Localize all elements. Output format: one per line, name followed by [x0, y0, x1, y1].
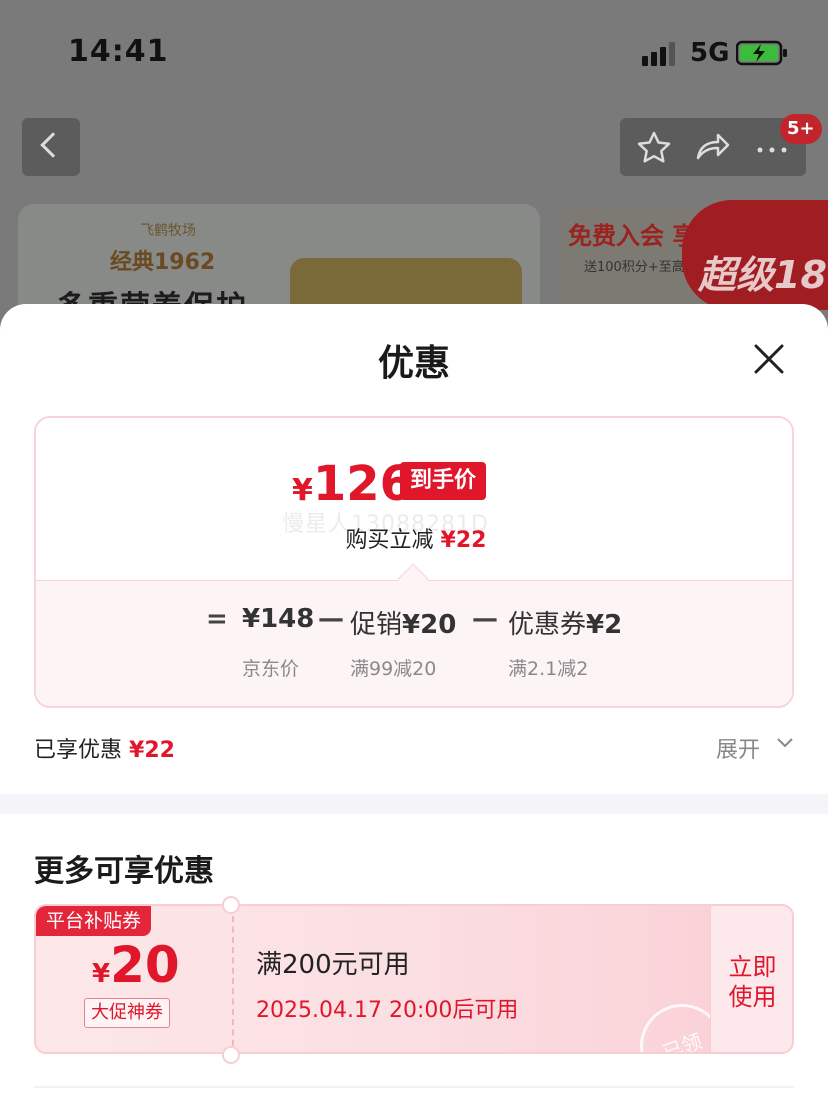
use-now-line1: 立即: [728, 953, 777, 981]
coupon-caption: 满2.1减2: [508, 658, 589, 680]
chevron-left-icon: [40, 132, 66, 158]
coupon-value-block: 平台补贴券 ¥20 大促神券: [36, 906, 234, 1052]
coupon-ribbon: 平台补贴券: [36, 906, 152, 936]
discount-label: 购买立减: [345, 528, 434, 553]
more-discounts-title: 更多可享优惠: [34, 854, 214, 889]
minus-sign: —: [472, 604, 498, 634]
brand-small-text: 飞鹤牧场: [140, 223, 196, 239]
coupon-hole-bottom: [222, 1046, 240, 1064]
final-price-value: 126: [312, 456, 414, 512]
enjoyed-discount: 已享优惠 ¥22: [34, 732, 175, 764]
coupon-value: ¥2: [586, 610, 623, 640]
network-label: 5G: [690, 38, 730, 68]
signal-icon: [642, 42, 680, 66]
coupon-label: 优惠券: [508, 610, 587, 640]
promo-value: ¥20: [402, 610, 457, 640]
final-price-tag: 到手价: [400, 462, 487, 500]
brand-name: 经典1962: [110, 250, 216, 275]
coupon-perforation: [232, 906, 234, 1052]
minus-sign: —: [318, 604, 344, 634]
battery-charging-icon: [736, 40, 787, 66]
section-divider: [0, 794, 828, 814]
status-bar: 14:41 5G: [0, 0, 828, 100]
back-button[interactable]: [22, 118, 80, 176]
final-price: ¥126: [292, 456, 413, 512]
coupon-card[interactable]: 平台补贴券 ¥20 大促神券 满200元可用 2025.04.17 20:00后…: [34, 904, 794, 1054]
coupon-valid-time: 2025.04.17 20:00后可用: [256, 998, 519, 1023]
share-icon[interactable]: [694, 130, 730, 164]
coupon-condition: 满200元可用: [256, 950, 410, 980]
discount-sheet: 优惠 ¥126 到手价 慢星人13088281D 购买立减 ¥22 = ¥148…: [0, 304, 828, 1098]
price-calculation: [36, 580, 792, 706]
promo-caption: 满99减20: [350, 658, 437, 680]
discount-amount: ¥22: [440, 528, 487, 553]
close-icon[interactable]: [752, 342, 786, 376]
header-actions: [620, 118, 806, 176]
coupon-amount: ¥20: [92, 936, 180, 994]
equals-sign: =: [206, 604, 228, 634]
expand-button[interactable]: 展开: [716, 732, 760, 764]
bottom-divider: [34, 1086, 794, 1088]
super-tag-label: 超级18: [698, 253, 827, 297]
enjoyed-label: 已享优惠: [34, 738, 123, 763]
coupon-hole-top: [222, 896, 240, 914]
use-now-button[interactable]: 立即 使用: [710, 906, 792, 1052]
coupon-discount: 优惠券¥2: [508, 604, 622, 641]
base-price-value: ¥148: [242, 604, 315, 634]
background-page: 14:41 5G 5+ 飞鹤牧场 经典1962 多重营养保护 免费入会 享 送1…: [0, 0, 828, 330]
promo-text: 免费入会 享: [568, 222, 697, 250]
price-breakdown-card: ¥126 到手价 慢星人13088281D 购买立减 ¥22 = ¥148 京东…: [34, 416, 794, 708]
status-time: 14:41: [68, 34, 169, 69]
price-summary: ¥126 到手价 慢星人13088281D 购买立减 ¥22: [36, 418, 792, 580]
base-price-caption: 京东价: [242, 658, 300, 680]
chevron-down-icon[interactable]: [776, 734, 794, 752]
star-icon[interactable]: [636, 130, 672, 164]
discount-line: 购买立减 ¥22: [36, 522, 792, 554]
use-now-line2: 使用: [728, 983, 777, 1011]
currency-symbol: ¥: [292, 473, 313, 508]
coupon-currency: ¥: [92, 959, 111, 989]
promo-label: 促销: [350, 610, 403, 640]
base-price: ¥148: [242, 604, 314, 634]
coupon-kind-tag: 大促神券: [84, 998, 170, 1028]
coupon-amount-value: 20: [110, 936, 180, 994]
promo-discount: 促销¥20: [350, 604, 456, 641]
sheet-title: 优惠: [377, 343, 450, 384]
notification-badge: 5+: [780, 114, 822, 144]
enjoyed-amount: ¥22: [129, 738, 175, 763]
